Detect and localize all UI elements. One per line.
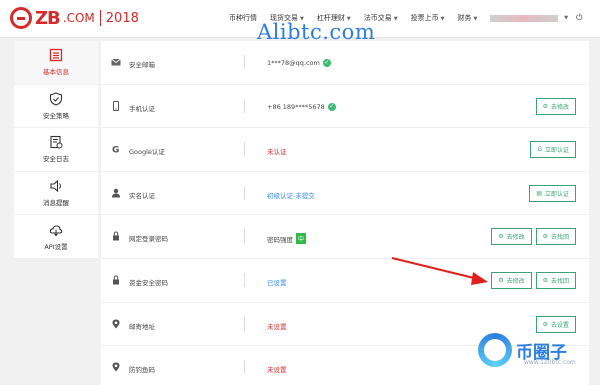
- logout-icon[interactable]: ⏻: [576, 13, 582, 23]
- edit-login-password-button[interactable]: ⚙ 去修改: [491, 228, 532, 246]
- set-address-button[interactable]: ⚙ 去设置: [535, 315, 576, 333]
- row-label: Google认证: [129, 148, 165, 157]
- email-value: 1***78@qq.com ✓: [267, 59, 331, 67]
- row-label: 资金安全密码: [129, 279, 168, 287]
- user-account-redacted[interactable]: [490, 14, 559, 22]
- divider: [244, 55, 245, 69]
- divider: [244, 229, 245, 244]
- divider: [244, 98, 245, 113]
- nav-market[interactable]: 币种行情: [229, 13, 257, 23]
- row-label: 手机认证: [129, 104, 155, 113]
- logo-mark-icon: [10, 7, 32, 29]
- row-label: 网定登录密码: [129, 235, 168, 244]
- log-icon: [50, 136, 63, 149]
- chevron-down-icon: ▼: [473, 16, 478, 22]
- recover-fund-password-button[interactable]: ⚙ 去找回: [535, 272, 576, 289]
- brand-url: www.120btc.com: [524, 359, 576, 366]
- verify-identity-button[interactable]: ▤ 立即认证: [529, 184, 576, 202]
- logo-divider: [99, 10, 101, 26]
- mail-icon: [111, 58, 121, 66]
- sidebar-item-api-settings[interactable]: API设置: [14, 215, 98, 259]
- google-icon: G: [112, 146, 119, 155]
- id-card-icon: ▤: [536, 189, 542, 197]
- divider: [244, 142, 245, 157]
- sidebar-item-label: 消息提醒: [43, 199, 69, 208]
- sidebar-item-label: 基本信息: [43, 68, 69, 77]
- sidebar-item-basic-info[interactable]: 基本信息: [14, 41, 98, 85]
- brand-logo-icon: [478, 333, 512, 367]
- gear-icon: ⚙: [498, 277, 504, 284]
- divider: [244, 316, 245, 331]
- row-google-auth: G Google认证 未认证 G 立即认证: [101, 128, 589, 172]
- gear-icon: ⚙: [542, 102, 548, 110]
- logo[interactable]: ZB .COM 2018: [10, 7, 139, 29]
- logo-dotcom: .COM: [62, 11, 95, 25]
- brand-watermark: 币圈子 www.120btc.com: [478, 333, 576, 367]
- nav-finance[interactable]: 财务 ▼: [457, 13, 477, 23]
- gear-icon: ⚙: [542, 233, 548, 241]
- speaker-icon: [50, 179, 61, 193]
- phone-value: +86 189****5678 ✓: [267, 102, 336, 111]
- profile-icon: [49, 49, 63, 62]
- sidebar-item-security-policy[interactable]: 安全策略: [14, 85, 98, 129]
- sidebar-item-label: 安全日志: [43, 155, 69, 164]
- divider: [244, 360, 245, 375]
- real-name-status: 初级认证-未提交: [267, 191, 315, 200]
- google-auth-status: 未认证: [267, 148, 287, 157]
- lock-icon: [113, 231, 119, 241]
- logo-text: ZB: [35, 7, 61, 29]
- gear-icon: ⚙: [542, 277, 548, 284]
- mailing-address-status: 未设置: [267, 322, 287, 331]
- logo-year: 2018: [105, 10, 139, 26]
- nav-vote-listing[interactable]: 投票上币 ▼: [411, 13, 445, 23]
- shield-icon: [49, 92, 63, 106]
- gear-icon: ⚙: [498, 233, 504, 241]
- row-label: 安全邮箱: [129, 61, 155, 69]
- gear-icon: ⚙: [542, 320, 548, 328]
- chevron-down-icon[interactable]: ▼: [564, 15, 568, 21]
- verified-check-icon: ✓: [327, 102, 336, 111]
- password-strength: 密码强度中: [267, 233, 307, 245]
- divider: [244, 273, 245, 287]
- row-phone-verification: 手机认证 +86 189****5678 ✓ ⚙ 去修改: [101, 85, 589, 129]
- row-label: 邮寄地址: [129, 322, 155, 331]
- location-icon: [112, 362, 120, 372]
- row-fund-password: 资金安全密码 已设置 ⚙ 去修改 ⚙ 去找回: [101, 259, 589, 303]
- sidebar-item-notifications[interactable]: 消息提醒: [14, 172, 98, 216]
- svg-text:G: G: [112, 146, 119, 155]
- row-real-name: 实名认证 初级认证-未提交 ▤ 立即认证: [101, 172, 589, 216]
- location-icon: [112, 319, 120, 329]
- lock-icon: [113, 275, 119, 285]
- google-icon: G: [537, 146, 542, 154]
- fund-password-status: 已设置: [267, 279, 287, 287]
- strength-badge: 中: [296, 233, 307, 245]
- sidebar: 基本信息 安全策略 安全日志 消息提醒 API设置: [14, 41, 98, 259]
- divider: [244, 185, 245, 200]
- sidebar-item-label: 安全策略: [43, 111, 69, 120]
- row-label: 实名认证: [129, 191, 155, 200]
- sidebar-item-label: API设置: [44, 242, 68, 251]
- verified-check-icon: ✓: [322, 59, 331, 67]
- sidebar-item-security-log[interactable]: 安全日志: [14, 128, 98, 172]
- cloud-api-icon: [49, 225, 63, 236]
- phone-icon: [113, 100, 119, 111]
- edit-fund-password-button[interactable]: ⚙ 去修改: [491, 272, 532, 289]
- anti-phishing-status: 未设置: [267, 366, 287, 375]
- row-label: 防钓鱼码: [129, 366, 155, 375]
- recover-login-password-button[interactable]: ⚙ 去找回: [535, 228, 576, 246]
- verify-google-button[interactable]: G 立即认证: [530, 141, 576, 159]
- row-security-email: 安全邮箱 1***78@qq.com ✓: [101, 41, 589, 85]
- row-login-password: 网定登录密码 密码强度中 ⚙ 去修改 ⚙ 去找回: [101, 215, 589, 259]
- person-icon: [112, 188, 120, 198]
- chevron-down-icon: ▼: [393, 16, 398, 22]
- chevron-down-icon: ▼: [440, 16, 445, 22]
- edit-phone-button[interactable]: ⚙ 去修改: [535, 97, 576, 115]
